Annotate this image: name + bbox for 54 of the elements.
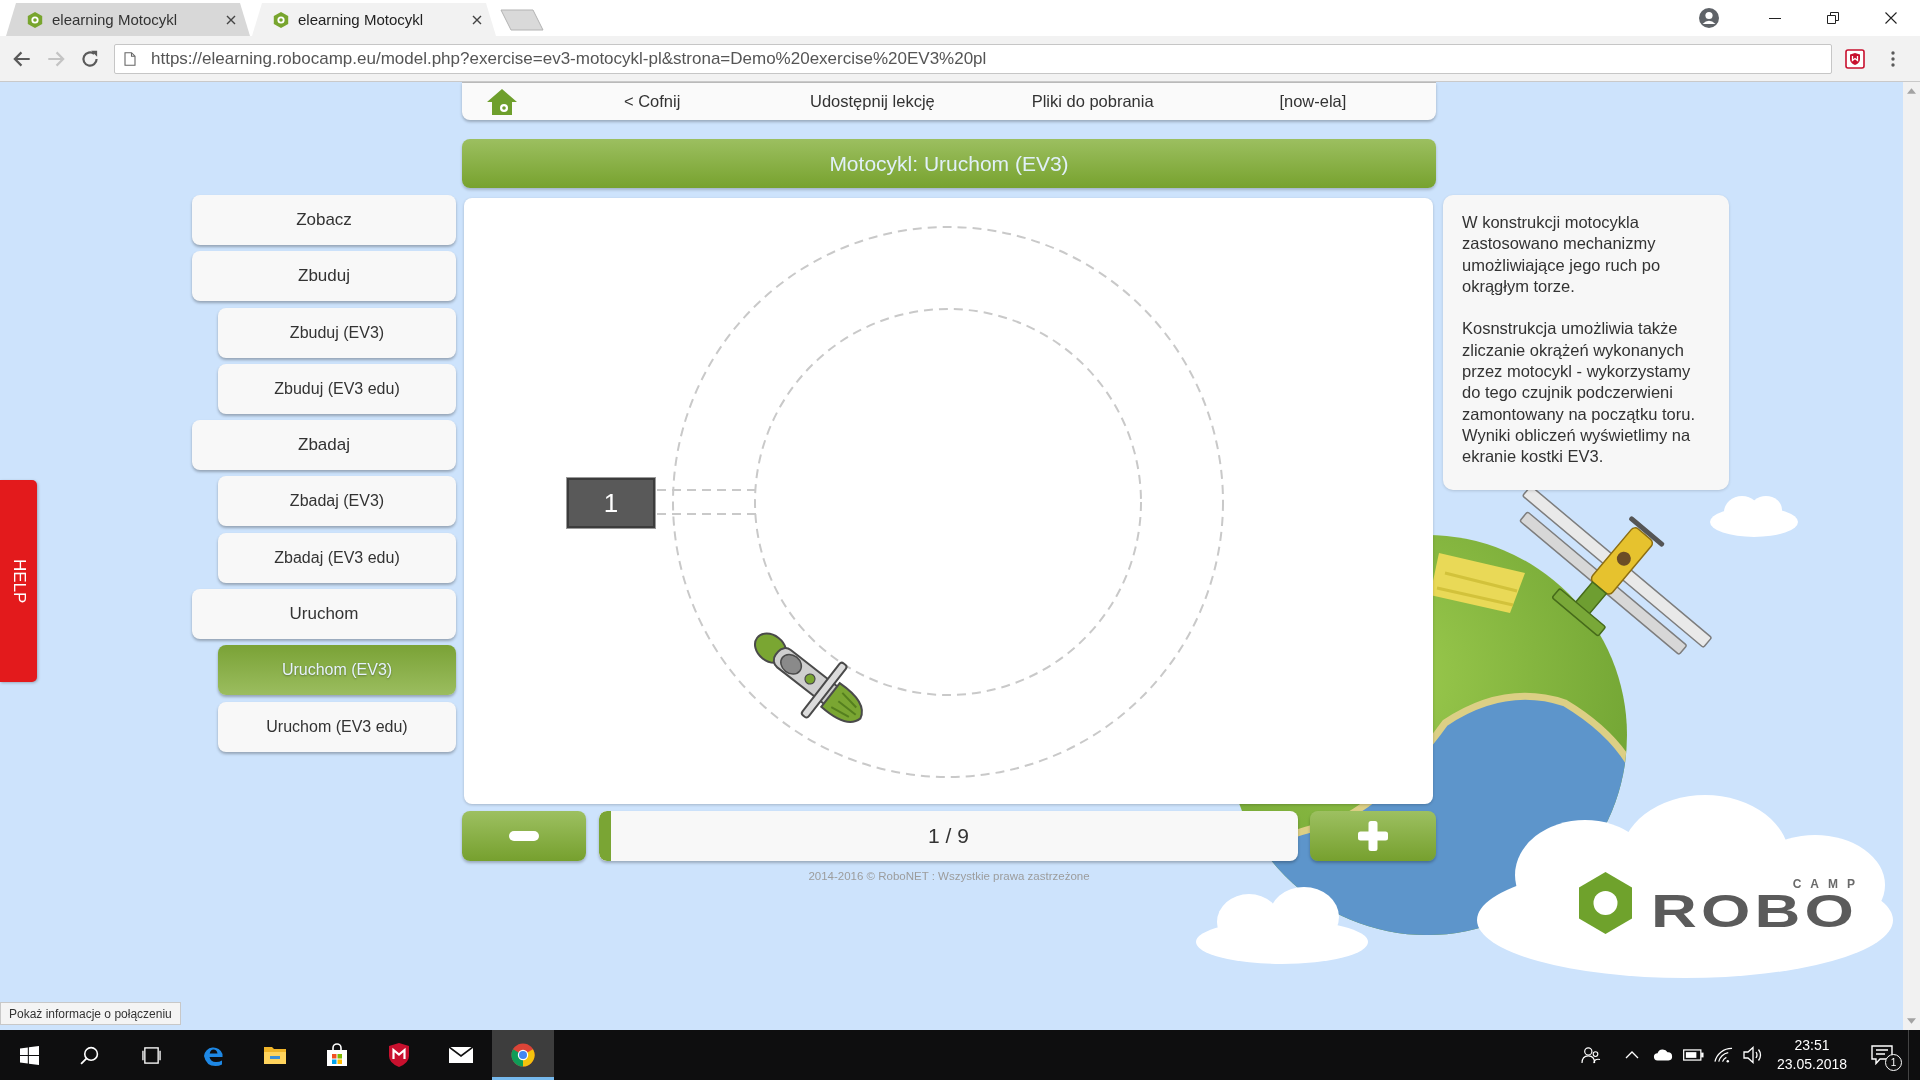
browser-tab[interactable]: elearning Motocykl [252, 3, 496, 36]
hexagon-logo-icon [1578, 871, 1633, 935]
search-icon [79, 1045, 99, 1065]
hexagon-favicon-icon [272, 10, 290, 29]
stacked-windows-icon [141, 1045, 161, 1065]
description-paragraph: W konstrukcji motocykla zastosowano mechanizmy umożliwiające jego ruch po okrągłym torze. [1462, 212, 1662, 297]
speech-bubble-icon[interactable] [1871, 1045, 1893, 1065]
sidebar-subitem[interactable]: Uruchom (EV3 edu) [218, 701, 456, 752]
sidebar-item[interactable]: Zobacz [192, 195, 456, 245]
page-slider[interactable]: 1 / 9 [598, 811, 1299, 861]
nav-link[interactable]: Pliki do pobrania [982, 92, 1203, 111]
lap-counter-display: 1 [567, 478, 655, 528]
minus-icon [508, 831, 539, 841]
plus-icon [1358, 821, 1389, 851]
logo-wordmark: ROBO [1651, 892, 1858, 929]
plus-button[interactable] [1310, 811, 1436, 861]
restore-icon[interactable] [1827, 12, 1839, 24]
shield-icon [387, 1043, 411, 1067]
menu-icon[interactable] [1891, 50, 1895, 67]
shopping-bag-icon [325, 1043, 349, 1067]
clock-date[interactable]: 23.05.2018 [1776, 1055, 1848, 1074]
close-icon[interactable] [472, 14, 482, 25]
sidebar-subitem[interactable]: Zbadaj (EV3) [218, 476, 456, 527]
page-counter: 1 / 9 [928, 824, 969, 848]
description-paragraph: Kosnstrukcja umożliwia także zliczanie okrążeń wykonanych przez motocykl - wykorzystamy do tego czujnik podczerwieni zamontowany na początku toru. Wyniki obliczeń wyświetlimy na ekranie kostki EV3. [1462, 318, 1696, 468]
ring-logo-icon [511, 1043, 535, 1067]
clock-time[interactable]: 23:51 [1794, 1036, 1830, 1055]
help-tab[interactable]: HELP [0, 480, 37, 682]
nav-link[interactable]: Udostępnij lekcję [762, 92, 983, 111]
close-icon[interactable] [1885, 12, 1897, 24]
taskbar-button[interactable] [492, 1030, 554, 1080]
address-bar[interactable]: https://elearning.robocamp.eu/model.php?exercise=ev3-motocykl-pl&strona=Demo%20exercise%20EV3%20pl [114, 43, 1832, 74]
sidebar-subitem[interactable]: Zbadaj (EV3 edu) [218, 532, 456, 583]
sidebar-item[interactable]: Uruchom [192, 589, 456, 640]
sidebar-item[interactable]: Zbadaj [192, 420, 456, 471]
shield-icon[interactable] [1845, 48, 1865, 69]
sidebar-subitem[interactable]: Zbuduj (EV3) [218, 307, 456, 358]
notification-badge: 1 [1885, 1054, 1902, 1071]
nav-link[interactable]: [now-ela] [1202, 92, 1423, 111]
status-tooltip: Pokaż informacje o połączeniu [0, 1002, 181, 1025]
minus-button[interactable] [462, 811, 586, 861]
hexagon-favicon-icon [26, 10, 44, 29]
copyright-text: 2014-2016 © RoboNET : Wszystkie prawa zastrzeżone [808, 870, 1090, 882]
document-icon[interactable] [124, 51, 136, 66]
home-icon[interactable] [486, 87, 518, 116]
lesson-title: Motocykl: Uruchom (EV3) [462, 139, 1436, 188]
window-panes-icon [19, 1045, 39, 1065]
nav-link[interactable]: < Cofnij [542, 92, 763, 111]
sidebar-subitem[interactable]: Zbuduj (EV3 edu) [218, 363, 456, 414]
browser-tab[interactable]: elearning Motocykl [6, 3, 250, 36]
sidebar-item[interactable]: Zbuduj [192, 251, 456, 302]
close-icon[interactable] [226, 14, 236, 25]
account-icon[interactable] [1698, 7, 1720, 29]
logo-tagline: CAMP [1792, 877, 1864, 890]
